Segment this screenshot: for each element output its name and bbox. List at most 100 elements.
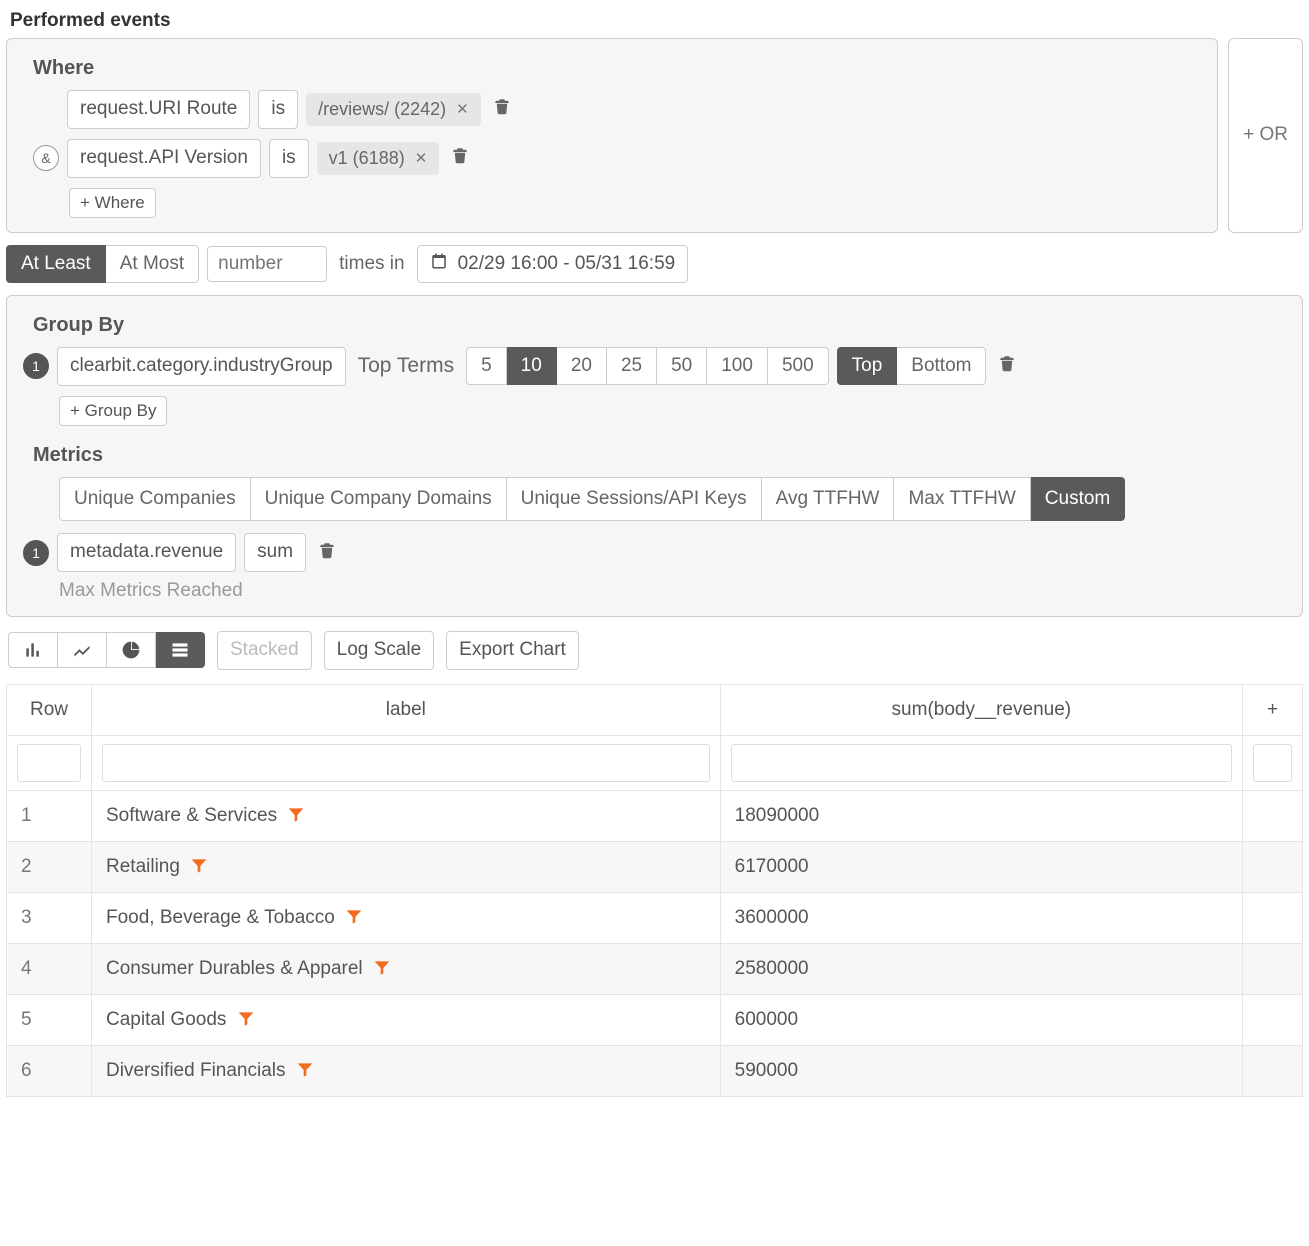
row-value: 6170000 <box>720 841 1242 892</box>
table-row: 5Capital Goods 600000 <box>7 994 1303 1045</box>
count-50[interactable]: 50 <box>657 347 707 385</box>
metric-option[interactable]: Max TTFHW <box>894 477 1030 521</box>
row-number: 3 <box>7 892 92 943</box>
add-where-button[interactable]: + Where <box>69 188 156 218</box>
row-value: 590000 <box>720 1045 1242 1096</box>
delete-where-row-1[interactable] <box>447 143 473 173</box>
count-5[interactable]: 5 <box>466 347 507 385</box>
row-value: 3600000 <box>720 892 1242 943</box>
metric-option[interactable]: Unique Company Domains <box>251 477 507 521</box>
date-range-picker[interactable]: 02/29 16:00 - 05/31 16:59 <box>417 245 689 283</box>
where-op-0[interactable]: is <box>258 90 298 129</box>
where-chip-0[interactable]: /reviews/ (2242) ✕ <box>306 93 481 126</box>
filter-icon[interactable] <box>185 856 207 877</box>
delete-where-row-0[interactable] <box>489 94 515 124</box>
row-label: Food, Beverage & Tobacco <box>92 892 721 943</box>
delete-group-by[interactable] <box>994 351 1020 381</box>
times-in-label: times in <box>339 253 404 275</box>
col-row[interactable]: Row <box>7 684 92 735</box>
where-op-1[interactable]: is <box>269 139 309 178</box>
delete-metric[interactable] <box>314 538 340 568</box>
where-chip-1[interactable]: v1 (6188) ✕ <box>317 142 440 175</box>
metric-option[interactable]: Unique Companies <box>59 477 251 521</box>
where-panel: Where request.URI Route is /reviews/ (22… <box>6 38 1218 233</box>
frequency-number-input[interactable] <box>207 246 327 282</box>
filter-icon[interactable] <box>232 1009 254 1030</box>
metrics-options: Unique CompaniesUnique Company DomainsUn… <box>59 477 1125 521</box>
row-label: Retailing <box>92 841 721 892</box>
filter-icon[interactable] <box>368 958 390 979</box>
bottom-button[interactable]: Bottom <box>897 347 986 385</box>
log-scale-button[interactable]: Log Scale <box>324 631 435 670</box>
row-number: 4 <box>7 943 92 994</box>
line-chart-icon[interactable] <box>58 632 107 668</box>
frequency-mode: At Least At Most <box>6 245 199 283</box>
row-value: 2580000 <box>720 943 1242 994</box>
row-value: 18090000 <box>720 790 1242 841</box>
col-label[interactable]: label <box>92 684 721 735</box>
filter-label-input[interactable] <box>102 744 710 782</box>
table-row: 1Software & Services 18090000 <box>7 790 1303 841</box>
at-least-button[interactable]: At Least <box>6 245 106 283</box>
top-terms-count: 510202550100500 <box>466 347 829 385</box>
add-group-by-button[interactable]: + Group By <box>59 396 167 426</box>
at-most-button[interactable]: At Most <box>106 245 199 283</box>
count-25[interactable]: 25 <box>607 347 657 385</box>
performed-events-title: Performed events <box>10 10 1303 32</box>
row-number: 5 <box>7 994 92 1045</box>
row-label: Software & Services <box>92 790 721 841</box>
bar-chart-icon[interactable] <box>8 632 58 668</box>
filter-value-input[interactable] <box>731 744 1232 782</box>
count-20[interactable]: 20 <box>557 347 607 385</box>
group-by-title: Group By <box>33 314 1286 337</box>
where-title: Where <box>33 57 1201 80</box>
where-field-0[interactable]: request.URI Route <box>67 90 250 129</box>
top-button[interactable]: Top <box>837 347 898 385</box>
row-label: Capital Goods <box>92 994 721 1045</box>
table-row: 4Consumer Durables & Apparel 2580000 <box>7 943 1303 994</box>
filter-icon[interactable] <box>340 907 362 928</box>
metric-option[interactable]: Avg TTFHW <box>762 477 895 521</box>
table-row: 2Retailing 6170000 <box>7 841 1303 892</box>
row-extra <box>1243 1045 1303 1096</box>
chip-remove-icon[interactable]: ✕ <box>415 149 428 167</box>
top-bottom-toggle: Top Bottom <box>837 347 987 385</box>
count-100[interactable]: 100 <box>707 347 768 385</box>
metric-agg[interactable]: sum <box>244 533 306 572</box>
group-by-field[interactable]: clearbit.category.industryGroup <box>57 347 346 386</box>
table-row: 3Food, Beverage & Tobacco 3600000 <box>7 892 1303 943</box>
add-or-button[interactable]: + OR <box>1228 38 1303 233</box>
chip-remove-icon[interactable]: ✕ <box>456 100 469 118</box>
row-number: 2 <box>7 841 92 892</box>
export-chart-button[interactable]: Export Chart <box>446 631 579 670</box>
row-extra <box>1243 943 1303 994</box>
where-field-1[interactable]: request.API Version <box>67 139 261 178</box>
and-connector[interactable]: & <box>33 145 59 171</box>
filter-extra-input[interactable] <box>1253 744 1292 782</box>
metric-index: 1 <box>23 540 49 566</box>
metric-field[interactable]: metadata.revenue <box>57 533 236 572</box>
count-10[interactable]: 10 <box>507 347 557 385</box>
stacked-button[interactable]: Stacked <box>217 631 312 670</box>
row-number: 1 <box>7 790 92 841</box>
metric-option[interactable]: Unique Sessions/API Keys <box>507 477 762 521</box>
count-500[interactable]: 500 <box>768 347 829 385</box>
table-view-icon[interactable] <box>156 632 205 668</box>
row-label: Diversified Financials <box>92 1045 721 1096</box>
pie-chart-icon[interactable] <box>107 632 156 668</box>
row-value: 600000 <box>720 994 1242 1045</box>
group-metrics-panel: Group By 1 clearbit.category.industryGro… <box>6 295 1303 617</box>
filter-icon[interactable] <box>282 805 304 826</box>
row-extra <box>1243 841 1303 892</box>
max-metrics-label: Max Metrics Reached <box>59 580 1286 602</box>
group-by-index: 1 <box>23 353 49 379</box>
filter-icon[interactable] <box>291 1060 313 1081</box>
row-extra <box>1243 790 1303 841</box>
metric-option[interactable]: Custom <box>1031 477 1125 521</box>
add-column-button[interactable]: + <box>1243 684 1303 735</box>
row-extra <box>1243 892 1303 943</box>
row-number: 6 <box>7 1045 92 1096</box>
filter-row-input[interactable] <box>17 744 81 782</box>
col-value[interactable]: sum(body__revenue) <box>720 684 1242 735</box>
calendar-icon <box>430 252 448 276</box>
